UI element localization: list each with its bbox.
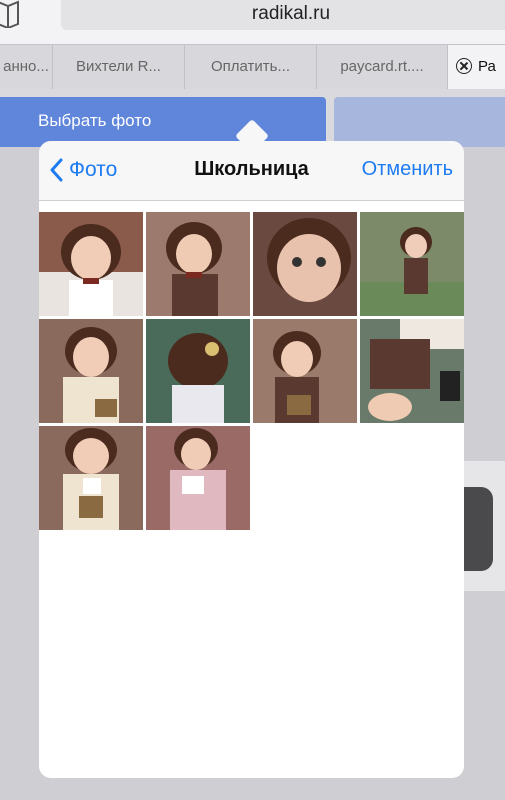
doll-image (39, 426, 143, 530)
doll-image (39, 319, 143, 423)
photo-thumbnail[interactable] (360, 212, 464, 316)
tab-4[interactable]: paycard.rt.... (317, 45, 448, 89)
doll-image (253, 319, 357, 423)
photo-thumbnail[interactable] (146, 426, 250, 530)
tab-label: Ра (478, 58, 496, 75)
doll-image (360, 212, 464, 316)
tab-1[interactable]: анно... (0, 45, 53, 89)
photo-thumbnail[interactable] (253, 319, 357, 423)
photo-thumbnail[interactable] (253, 212, 357, 316)
tab-label: Оплатить... (211, 58, 290, 75)
doll-image (146, 319, 250, 423)
doll-image (146, 426, 250, 530)
doll-image (360, 319, 464, 423)
photo-thumbnail[interactable] (39, 212, 143, 316)
tab-label: Вихтели R... (76, 58, 161, 75)
photo-picker-popover: Фото Школьница Отменить (39, 141, 464, 778)
choose-photo-label: Выбрать фото (38, 111, 152, 130)
popover-header: Фото Школьница Отменить (39, 141, 464, 201)
tab-2[interactable]: Вихтели R... (53, 45, 185, 89)
choose-photo-button[interactable]: Выбрать фото (0, 97, 326, 147)
tab-label: анно... (3, 58, 49, 75)
photo-thumbnail[interactable] (146, 319, 250, 423)
tab-active[interactable]: Ра (448, 45, 505, 89)
address-bar[interactable]: radikal.ru (61, 0, 505, 30)
photo-thumbnail[interactable] (39, 319, 143, 423)
close-tab-icon[interactable] (456, 57, 472, 74)
tab-3[interactable]: Оплатить... (185, 45, 317, 89)
tab-bar: анно... Вихтели R... Оплатить... paycard… (0, 44, 505, 90)
doll-image (253, 212, 357, 316)
secondary-button[interactable] (334, 97, 505, 147)
tab-label: paycard.rt.... (340, 58, 424, 75)
doll-image (146, 212, 250, 316)
bookmarks-icon[interactable] (0, 0, 22, 28)
address-text: radikal.ru (251, 3, 331, 24)
cancel-button[interactable]: Отменить (362, 158, 453, 181)
doll-image (39, 212, 143, 316)
browser-toolbar: radikal.ru (0, 0, 505, 44)
photo-thumbnail[interactable] (146, 212, 250, 316)
photo-thumbnail[interactable] (39, 426, 143, 530)
photo-thumbnail[interactable] (360, 319, 464, 423)
